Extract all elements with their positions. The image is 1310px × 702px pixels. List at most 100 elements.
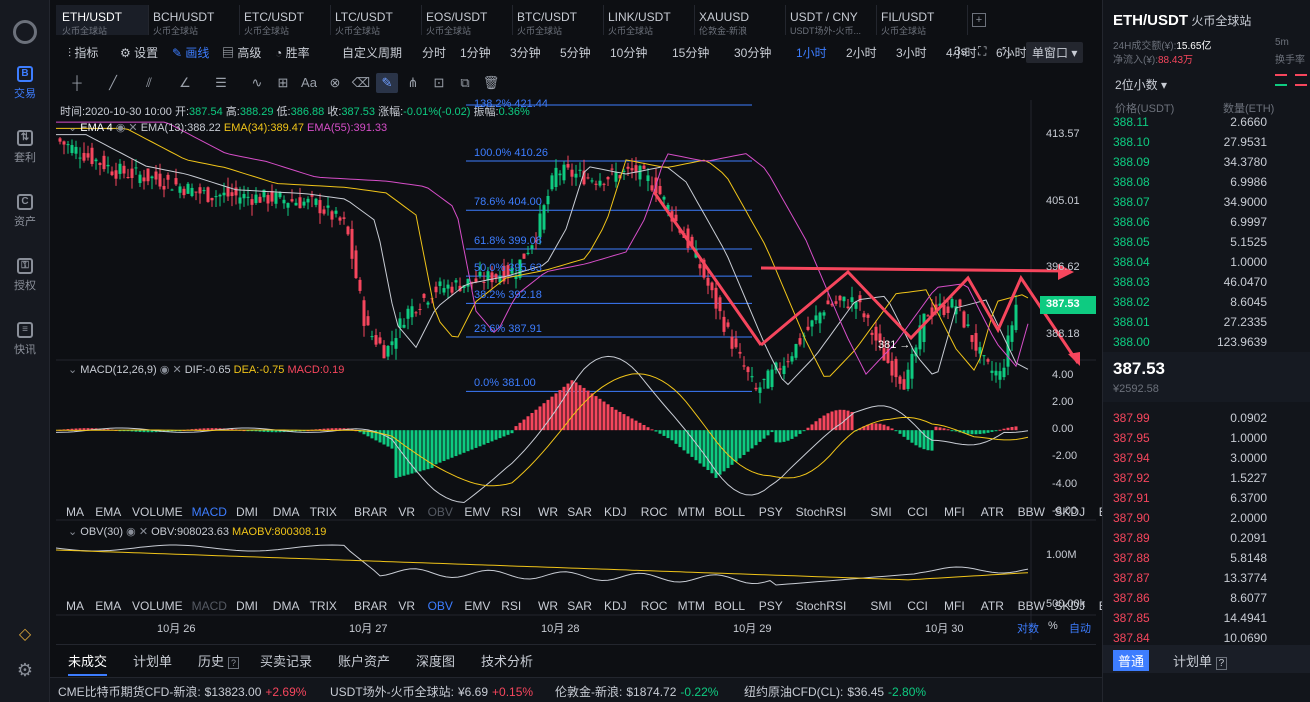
ask-row[interactable]: 388.02 8.6045 <box>1103 292 1310 312</box>
market-tab-5[interactable]: BTC/USDT 火币全球站 <box>511 5 604 36</box>
eye-icon[interactable]: ◉ <box>160 364 170 376</box>
magnet-tool-icon[interactable]: ⊗ <box>324 73 346 93</box>
book-view-asks-icon[interactable] <box>1295 74 1307 86</box>
indicator-trix[interactable]: TRIX <box>310 599 337 613</box>
custom-period-button[interactable]: 自定义周期 <box>342 44 402 61</box>
collapse-chevron-icon[interactable]: ⌄ <box>68 364 77 376</box>
sidebar-item-auth[interactable]: ⚿ 授权 <box>0 258 50 293</box>
ask-row[interactable]: 388.03 46.0470 <box>1103 272 1310 292</box>
ask-row[interactable]: 388.08 6.9986 <box>1103 172 1310 192</box>
ticker-item-2[interactable]: 伦敦金-新浪: $1874.72 -0.22% <box>555 683 718 700</box>
indicator-ema[interactable]: EMA <box>95 505 121 519</box>
indicator-cci[interactable]: CCI <box>907 599 928 613</box>
order-tab-6[interactable]: 技术分析 <box>481 651 533 670</box>
ask-row[interactable]: 388.09 34.3780 <box>1103 152 1310 172</box>
period-0[interactable]: 分时 <box>422 44 446 61</box>
refresh-seconds-button[interactable]: 3s <box>954 44 967 58</box>
indicator-kdj[interactable]: KDJ <box>604 599 627 613</box>
indicator-emv[interactable]: EMV <box>464 599 490 613</box>
indicator-psy[interactable]: PSY <box>759 505 783 519</box>
help-icon[interactable]: ? <box>1215 657 1228 670</box>
wave-tool-icon[interactable]: ∿ <box>246 73 268 93</box>
order-tab-1[interactable]: 计划单 <box>133 651 172 670</box>
order-tab-4[interactable]: 账户资产 <box>338 651 390 670</box>
indicator-wr[interactable]: WR <box>538 599 558 613</box>
ask-row[interactable]: 388.01 27.2335 <box>1103 312 1310 332</box>
indicator-sar[interactable]: SAR <box>567 505 592 519</box>
ask-row[interactable]: 388.06 6.9997 <box>1103 212 1310 232</box>
line-tool-icon[interactable]: ╱ <box>102 73 124 93</box>
close-icon[interactable]: ✕ <box>172 364 181 376</box>
period-3[interactable]: 5分钟 <box>560 44 591 61</box>
app-logo[interactable] <box>13 20 37 44</box>
hlines-tool-icon[interactable]: ☰ <box>210 73 232 93</box>
indicator-boll[interactable]: BOLL <box>714 505 745 519</box>
lock-tool-icon[interactable]: ⊡ <box>428 73 450 93</box>
sidebar-item-trade[interactable]: B 交易 <box>0 66 50 101</box>
indicator-brar[interactable]: BRAR <box>354 505 387 519</box>
indicator-trix[interactable]: TRIX <box>310 505 337 519</box>
ask-row[interactable]: 388.04 1.0000 <box>1103 252 1310 272</box>
eye-icon[interactable]: ◉ <box>116 122 126 134</box>
tab-normal-order[interactable]: 普通 <box>1113 650 1150 671</box>
indicator-ma[interactable]: MA <box>66 599 84 613</box>
indicator-dma[interactable]: DMA <box>273 599 300 613</box>
indicator-mtm[interactable]: MTM <box>678 505 705 519</box>
crosshair-tool-icon[interactable]: ┼ <box>66 73 88 93</box>
book-view-both-icon[interactable] <box>1275 74 1287 86</box>
grid-tool-icon[interactable]: ⊞ <box>272 73 294 93</box>
indicator-roc[interactable]: ROC <box>641 505 668 519</box>
indicator-mfi[interactable]: MFI <box>944 599 965 613</box>
tab-plan-order[interactable]: 计划单 ? <box>1173 651 1228 670</box>
sidebar-item-arbitrage[interactable]: ⇅ 套利 <box>0 130 50 165</box>
indicator-boll[interactable]: BOLL <box>714 599 745 613</box>
parallel-tool-icon[interactable]: ⫽ <box>138 73 160 93</box>
indicator-vr[interactable]: VR <box>398 599 415 613</box>
indicator-wr[interactable]: WR <box>538 505 558 519</box>
indicator-dmi[interactable]: DMI <box>236 599 258 613</box>
indicator-obv[interactable]: OBV <box>428 505 453 519</box>
brush-tool-icon[interactable]: ✎ <box>376 73 398 93</box>
indicator-ema[interactable]: EMA <box>95 599 121 613</box>
indicator-mtm[interactable]: MTM <box>678 599 705 613</box>
indicator-bbw[interactable]: BBW <box>1018 505 1045 519</box>
indicator-skdj[interactable]: SKDJ <box>1054 505 1085 519</box>
indicator-macd[interactable]: MACD <box>192 505 227 519</box>
ask-row[interactable]: 388.05 5.1525 <box>1103 232 1310 252</box>
settings-gear-icon[interactable]: ⚙ <box>14 660 36 682</box>
market-tab-8[interactable]: USDT / CNY USDT场外-火币... <box>784 5 877 36</box>
indicator-atr[interactable]: ATR <box>981 505 1004 519</box>
period-8[interactable]: 2小时 <box>846 44 877 61</box>
period-7[interactable]: 1小时 <box>796 44 827 61</box>
help-icon[interactable]: ? <box>228 657 240 669</box>
ticker-item-1[interactable]: USDT场外-火币全球站: ¥6.69 +0.15% <box>330 683 533 700</box>
percent-scale-toggle[interactable]: % <box>1048 620 1058 632</box>
order-tab-3[interactable]: 买卖记录 <box>260 651 312 670</box>
market-tab-0[interactable]: ETH/USDT 火币全球站 <box>56 5 149 36</box>
bid-row[interactable]: 387.85 14.4941 <box>1103 608 1310 628</box>
winrate-button[interactable]: ◔ 胜率 <box>275 44 310 61</box>
ticker-item-3[interactable]: 纽约原油CFD(CL): $36.45 -2.80% <box>744 683 926 700</box>
indicator-smi[interactable]: SMI <box>870 505 891 519</box>
ask-row[interactable]: 388.00 123.9639 <box>1103 332 1310 352</box>
draw-button[interactable]: ✎ 画线 <box>172 44 209 61</box>
period-2[interactable]: 3分钟 <box>510 44 541 61</box>
bid-row[interactable]: 387.86 8.6077 <box>1103 588 1310 608</box>
period-9[interactable]: 3小时 <box>896 44 927 61</box>
indicator-cci[interactable]: CCI <box>907 505 928 519</box>
indicator-stochrsi[interactable]: StochRSI <box>796 505 847 519</box>
period-5[interactable]: 15分钟 <box>672 44 709 61</box>
indicator-atr[interactable]: ATR <box>981 599 1004 613</box>
angle-tool-icon[interactable]: ∠ <box>174 73 196 93</box>
collapse-chevron-icon[interactable]: ⌄ <box>68 122 77 134</box>
market-tab-9[interactable]: FIL/USDT 火币全球站 <box>875 5 968 36</box>
eye-icon[interactable]: ◉ <box>126 526 136 538</box>
collapse-chevron-icon[interactable]: ⌄ <box>68 526 77 538</box>
ask-row[interactable]: 388.11 2.6660 <box>1103 112 1310 132</box>
indicator-skdj[interactable]: SKDJ <box>1054 599 1085 613</box>
indicator-emv[interactable]: EMV <box>464 505 490 519</box>
indicator-dmi[interactable]: DMI <box>236 505 258 519</box>
close-icon[interactable]: ✕ <box>128 122 137 134</box>
bid-row[interactable]: 387.94 3.0000 <box>1103 448 1310 468</box>
bid-row[interactable]: 387.95 1.0000 <box>1103 428 1310 448</box>
